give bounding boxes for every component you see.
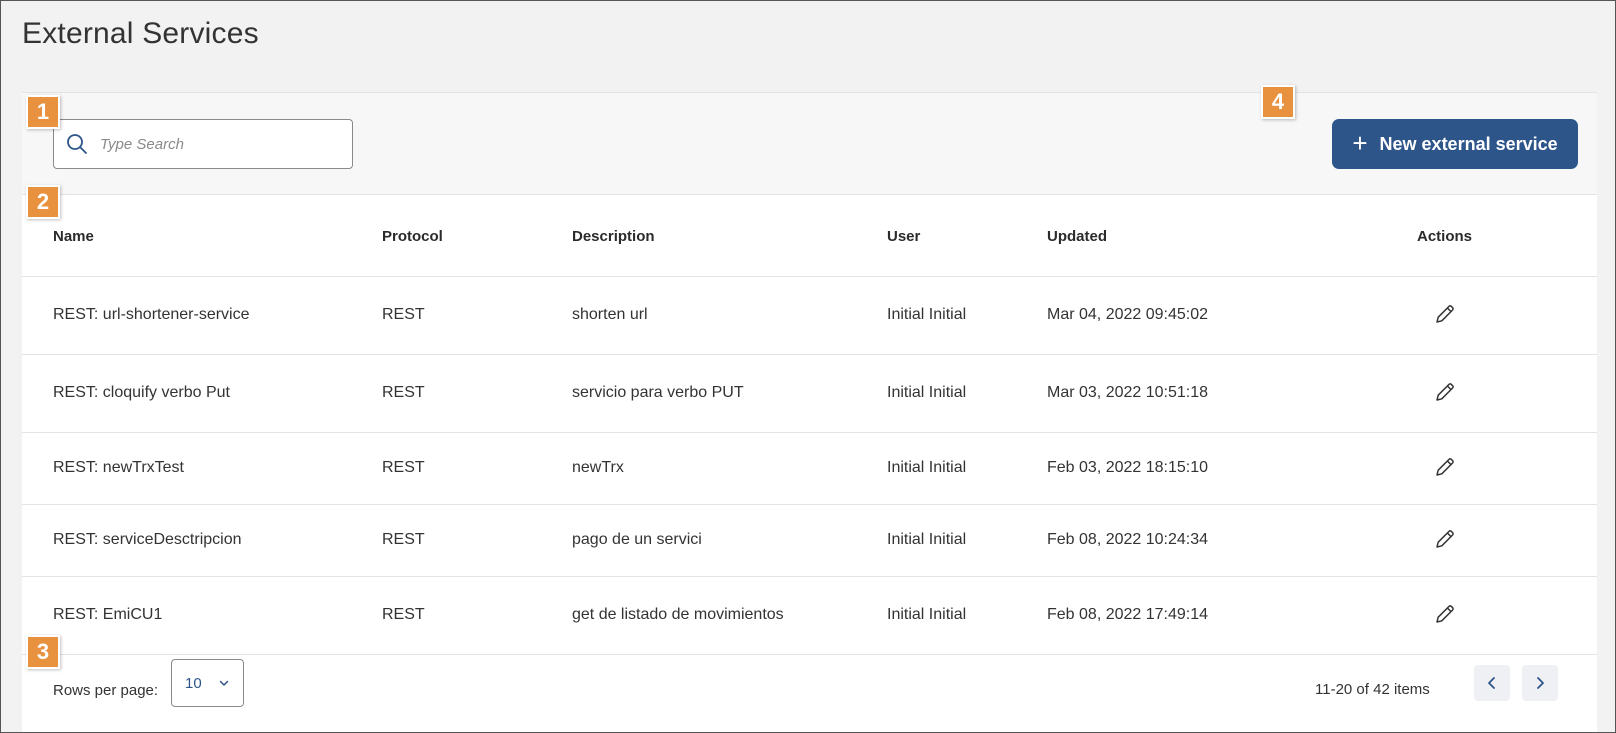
cell-description: pago de un servici xyxy=(572,504,887,577)
edit-button[interactable] xyxy=(1431,453,1459,481)
column-header-actions: Actions xyxy=(1337,196,1597,277)
cell-user: Initial Initial xyxy=(887,432,1047,505)
cell-actions xyxy=(1337,354,1597,433)
table-row: REST: url-shortener-service REST shorten… xyxy=(22,276,1597,355)
cell-actions xyxy=(1337,576,1597,655)
callout-badge-1: 1 xyxy=(26,95,60,129)
edit-button[interactable] xyxy=(1431,600,1459,628)
search-icon xyxy=(67,134,87,154)
pencil-icon xyxy=(1435,530,1454,548)
page-title: External Services xyxy=(22,17,259,50)
edit-button[interactable] xyxy=(1431,378,1459,406)
edit-button[interactable] xyxy=(1431,525,1459,553)
cell-protocol: REST xyxy=(382,504,572,577)
cell-name: REST: serviceDesctripcion xyxy=(22,504,382,577)
plus-icon: + xyxy=(1352,127,1368,158)
table-row: REST: cloquify verbo Put REST servicio p… xyxy=(22,354,1597,433)
cell-name: REST: url-shortener-service xyxy=(22,276,382,355)
cell-updated: Mar 04, 2022 09:45:02 xyxy=(1047,276,1337,355)
new-external-service-label: New external service xyxy=(1379,133,1558,154)
cell-description: get de listado de movimientos xyxy=(572,576,887,655)
pencil-icon xyxy=(1435,305,1454,323)
cell-user: Initial Initial xyxy=(887,354,1047,433)
rows-per-page-value: 10 xyxy=(185,674,202,692)
cell-description: shorten url xyxy=(572,276,887,355)
edit-button[interactable] xyxy=(1431,300,1459,328)
column-header-protocol[interactable]: Protocol xyxy=(382,196,572,277)
chevron-right-icon xyxy=(1537,677,1544,689)
items-summary: 11-20 of 42 items xyxy=(1315,681,1430,698)
cell-updated: Feb 08, 2022 10:24:34 xyxy=(1047,504,1337,577)
cell-name: REST: cloquify verbo Put xyxy=(22,354,382,433)
chevron-left-icon xyxy=(1488,677,1495,689)
pagination-bar: Rows per page: 10 11-20 of 42 items xyxy=(22,650,1597,730)
cell-name: REST: newTrxTest xyxy=(22,432,382,505)
search-input[interactable] xyxy=(100,129,320,159)
cell-user: Initial Initial xyxy=(887,276,1047,355)
table-row: REST: newTrxTest REST newTrx Initial Ini… xyxy=(22,432,1597,505)
callout-badge-4: 4 xyxy=(1261,85,1295,119)
column-header-description[interactable]: Description xyxy=(572,196,887,277)
table-header-row: Name Protocol Description User Updated A… xyxy=(22,196,1597,277)
cell-updated: Feb 08, 2022 17:49:14 xyxy=(1047,576,1337,655)
table-row: REST: serviceDesctripcion REST pago de u… xyxy=(22,504,1597,577)
cell-name: REST: EmiCU1 xyxy=(22,576,382,655)
pencil-icon xyxy=(1435,605,1454,623)
toolbar: + New external service xyxy=(22,93,1597,195)
pencil-icon xyxy=(1435,458,1454,476)
new-external-service-button[interactable]: + New external service xyxy=(1332,119,1578,169)
cell-user: Initial Initial xyxy=(887,504,1047,577)
cell-actions xyxy=(1337,432,1597,505)
app-frame: External Services + New external service… xyxy=(0,0,1616,733)
column-header-updated[interactable]: Updated xyxy=(1047,196,1337,277)
cell-updated: Mar 03, 2022 10:51:18 xyxy=(1047,354,1337,433)
callout-badge-3: 3 xyxy=(26,635,60,669)
cell-protocol: REST xyxy=(382,354,572,433)
cell-description: newTrx xyxy=(572,432,887,505)
column-header-name[interactable]: Name xyxy=(22,196,382,277)
services-card: + New external service Name Protocol Des… xyxy=(22,92,1597,732)
callout-badge-2: 2 xyxy=(26,185,60,219)
search-box[interactable] xyxy=(53,119,353,169)
next-page-button[interactable] xyxy=(1522,665,1558,701)
cell-actions xyxy=(1337,504,1597,577)
rows-per-page-select[interactable]: 10 xyxy=(171,659,244,707)
pencil-icon xyxy=(1435,383,1454,401)
cell-protocol: REST xyxy=(382,576,572,655)
cell-protocol: REST xyxy=(382,432,572,505)
column-header-user[interactable]: User xyxy=(887,196,1047,277)
chevron-down-icon xyxy=(219,680,228,686)
table-row: REST: EmiCU1 REST get de listado de movi… xyxy=(22,576,1597,655)
cell-updated: Feb 03, 2022 18:15:10 xyxy=(1047,432,1337,505)
cell-protocol: REST xyxy=(382,276,572,355)
cell-actions xyxy=(1337,276,1597,355)
cell-description: servicio para verbo PUT xyxy=(572,354,887,433)
services-table: Name Protocol Description User Updated A… xyxy=(22,196,1597,655)
cell-user: Initial Initial xyxy=(887,576,1047,655)
rows-per-page-label: Rows per page: xyxy=(53,682,159,699)
previous-page-button[interactable] xyxy=(1474,665,1510,701)
